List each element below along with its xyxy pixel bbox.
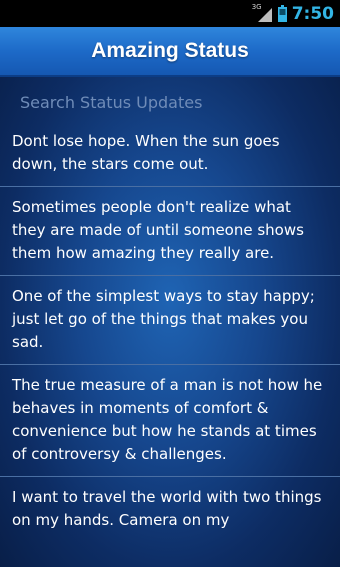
status-item[interactable]: One of the simplest ways to stay happy; …	[0, 276, 340, 365]
signal-icon	[257, 7, 272, 22]
clock: 7:50	[291, 3, 334, 24]
app-title: Amazing Status	[91, 39, 249, 62]
status-list: Dont lose hope. When the sun goes down, …	[0, 121, 340, 542]
battery-icon	[277, 5, 287, 22]
title-bar: Amazing Status	[0, 27, 340, 77]
search-input[interactable]	[12, 86, 328, 118]
status-item[interactable]: The true measure of a man is not how he …	[0, 365, 340, 477]
status-item[interactable]: Sometimes people don't realize what they…	[0, 187, 340, 276]
signal-indicator: 3G	[252, 3, 272, 22]
status-item[interactable]: Dont lose hope. When the sun goes down, …	[0, 121, 340, 187]
status-bar: 3G 7:50	[0, 0, 340, 27]
app-screen: 3G 7:50 Amazing Status Dont lose hope. W…	[0, 0, 340, 567]
status-item[interactable]: I want to travel the world with two thin…	[0, 477, 340, 542]
